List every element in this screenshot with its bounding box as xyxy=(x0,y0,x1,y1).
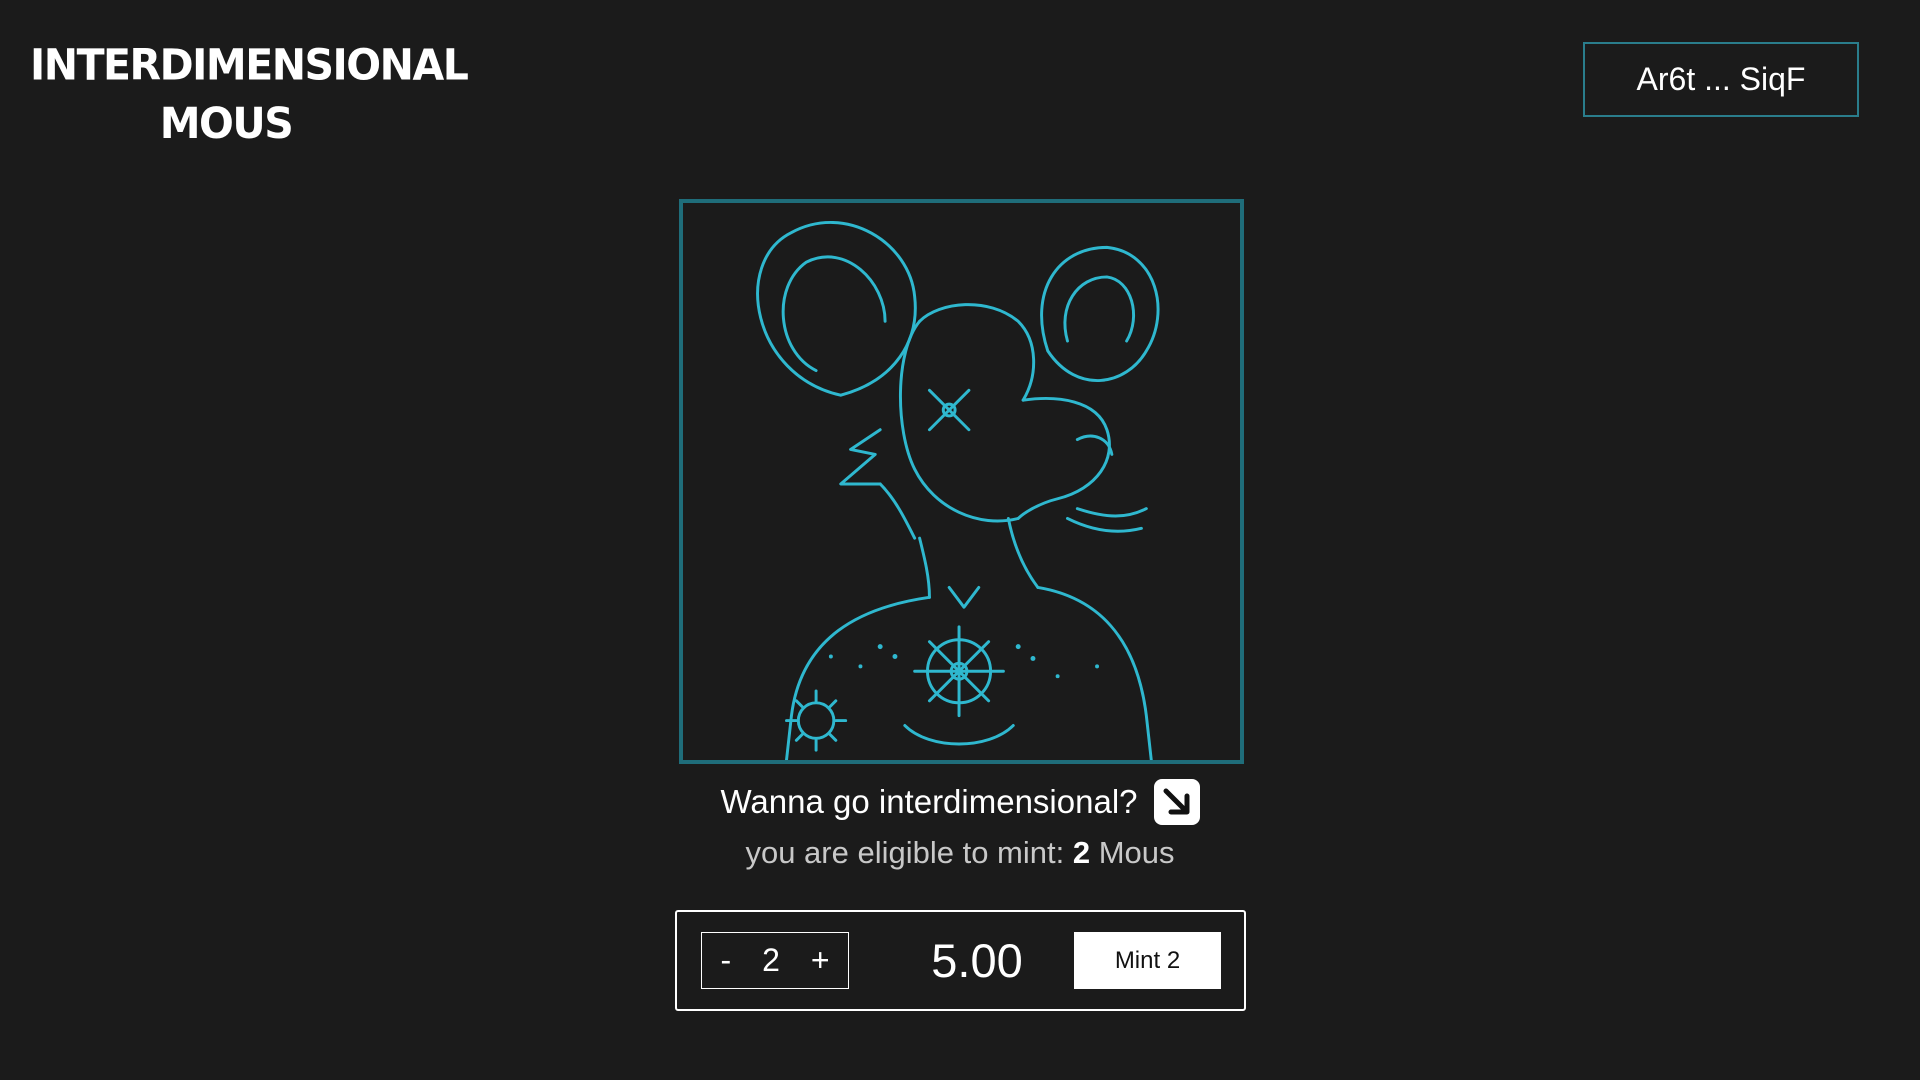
wallet-address: Ar6t ... SiqF xyxy=(1636,61,1806,97)
logo-line-2: MOUS xyxy=(159,98,294,149)
tagline-text: Wanna go interdimensional? xyxy=(720,783,1138,820)
increment-button[interactable]: + xyxy=(805,942,836,979)
mint-button[interactable]: Mint 2 xyxy=(1074,932,1221,989)
nft-artwork xyxy=(679,199,1244,764)
eligible-suffix: Mous xyxy=(1098,835,1175,870)
total-price: 5.00 xyxy=(931,934,1023,987)
page: INTERDIMENSIONAL MOUS Ar6t ... SiqF Wann… xyxy=(0,0,1920,1080)
logo[interactable]: INTERDIMENSIONAL MOUS xyxy=(30,35,469,153)
quantity-value: 2 xyxy=(762,942,780,978)
eligible-prefix: you are eligible to mint: xyxy=(745,835,1065,870)
mint-panel: - 2 + 5.00 Mint 2 xyxy=(675,910,1246,1011)
eligible-count: 2 xyxy=(1072,835,1091,870)
arrow-down-right-icon[interactable] xyxy=(1153,779,1200,825)
eligibility-text: you are eligible to mint: 2 Mous xyxy=(560,828,1360,878)
quantity-stepper: - 2 + xyxy=(701,932,849,989)
decrement-button[interactable]: - xyxy=(714,942,737,979)
mouse-illustration xyxy=(756,221,1160,760)
tagline: Wanna go interdimensional? xyxy=(560,776,1360,828)
logo-line-1: INTERDIMENSIONAL xyxy=(30,39,469,90)
wallet-button[interactable]: Ar6t ... SiqF xyxy=(1583,42,1859,117)
